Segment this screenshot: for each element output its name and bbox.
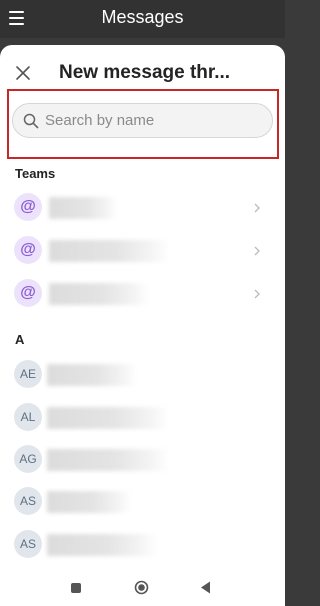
- chevron-right-icon: [254, 289, 260, 299]
- contact-row[interactable]: AG: [0, 440, 285, 480]
- contact-avatar: AS: [14, 487, 42, 515]
- team-avatar-icon: @: [14, 236, 42, 264]
- section-label-a: A: [15, 332, 25, 347]
- team-row[interactable]: @: [0, 274, 285, 314]
- chevron-right-icon: [254, 203, 260, 213]
- close-icon[interactable]: [13, 63, 33, 83]
- app-bar: Messages: [0, 0, 285, 38]
- system-nav-bar: [0, 571, 285, 606]
- back-triangle-icon[interactable]: [199, 580, 212, 595]
- contact-avatar: AS: [14, 530, 42, 558]
- blurred-team-name: [49, 197, 117, 219]
- blurred-contact-name: [47, 407, 169, 429]
- team-row[interactable]: @: [0, 231, 285, 271]
- search-input[interactable]: [45, 104, 265, 137]
- contact-avatar: AG: [14, 445, 42, 473]
- search-icon: [23, 113, 39, 129]
- contact-row[interactable]: AS: [0, 525, 285, 565]
- contact-row[interactable]: AE: [0, 355, 285, 395]
- chevron-right-icon: [254, 246, 260, 256]
- contact-avatar: AL: [14, 403, 42, 431]
- team-avatar-icon: @: [14, 279, 42, 307]
- blurred-team-name: [49, 240, 169, 262]
- new-message-sheet: New message thr... Teams @ @ @ A AE AL A…: [0, 45, 285, 606]
- contact-row[interactable]: AS: [0, 482, 285, 522]
- blurred-team-name: [49, 283, 149, 305]
- contact-row[interactable]: AL: [0, 398, 285, 438]
- blurred-contact-name: [47, 491, 131, 513]
- blurred-contact-name: [47, 364, 137, 386]
- contact-avatar: AE: [14, 360, 42, 388]
- team-avatar-icon: @: [14, 193, 42, 221]
- blurred-contact-name: [47, 534, 157, 556]
- home-circle-icon[interactable]: [134, 580, 149, 595]
- section-label-teams: Teams: [15, 166, 56, 181]
- search-box[interactable]: [12, 103, 273, 138]
- sheet-title: New message thr...: [59, 62, 231, 83]
- blurred-contact-name: [47, 449, 169, 471]
- recents-square-icon[interactable]: [71, 583, 81, 593]
- app-title: Messages: [101, 7, 184, 27]
- team-row[interactable]: @: [0, 188, 285, 228]
